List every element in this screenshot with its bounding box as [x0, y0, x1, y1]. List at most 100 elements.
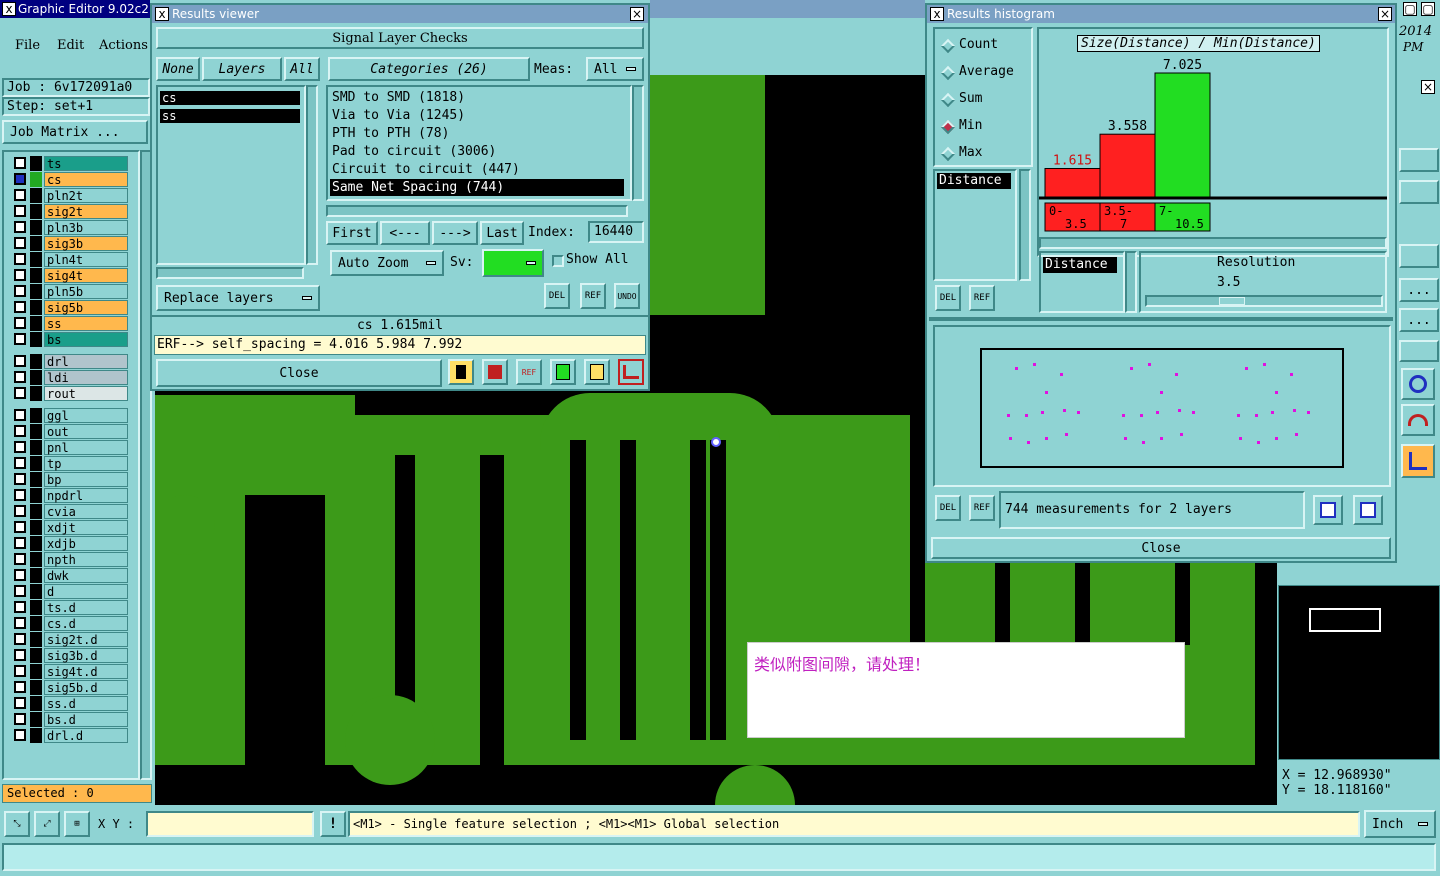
measurement-dot[interactable]	[1045, 391, 1048, 394]
panel-close-icon[interactable]: ×	[1421, 80, 1435, 94]
layer-name[interactable]: pln4t	[44, 252, 128, 267]
layer-name[interactable]: pnl	[44, 440, 128, 455]
results-viewer-close-icon[interactable]: ×	[630, 7, 644, 21]
layer-checkbox[interactable]	[14, 253, 26, 265]
results-viewer-menu-icon[interactable]: x	[155, 7, 169, 21]
list-item[interactable]: ss	[160, 109, 300, 123]
layer-row[interactable]: ts	[12, 156, 128, 171]
layer-row[interactable]: sig5b.d	[12, 680, 128, 695]
category-item[interactable]: Same Net Spacing (744)	[330, 179, 624, 196]
layer-checkbox[interactable]	[14, 633, 26, 645]
layer-select-list[interactable]: cs ss	[156, 85, 306, 265]
layer-name[interactable]: sig2t.d	[44, 632, 128, 647]
layer-row[interactable]: rout	[12, 386, 128, 401]
ruler-icon[interactable]	[550, 359, 576, 385]
measurement-dot[interactable]	[1180, 433, 1183, 436]
measurement-dot[interactable]	[1275, 437, 1278, 440]
layer-checkbox[interactable]	[14, 473, 26, 485]
zoom-chart-icon[interactable]	[1313, 495, 1343, 525]
layer-name[interactable]: pln2t	[44, 188, 128, 203]
layer-name[interactable]: sig5b	[44, 300, 128, 315]
overview-viewport[interactable]	[1309, 608, 1381, 632]
layer-row[interactable]: npth	[12, 552, 128, 567]
all-layers-button[interactable]: All	[284, 57, 320, 81]
layer-row[interactable]: pnl	[12, 440, 128, 455]
hist-ref-button[interactable]: REF	[969, 285, 995, 311]
category-list-vscroll[interactable]	[632, 85, 644, 201]
layer-checkbox[interactable]	[14, 489, 26, 501]
measurement-dot[interactable]	[1025, 414, 1028, 417]
app-title-bar[interactable]: Graphic Editor 9.02c2 (	[0, 0, 150, 18]
layer-checkbox[interactable]	[14, 457, 26, 469]
signal-layer-checks-header[interactable]: Signal Layer Checks	[156, 27, 644, 49]
layer-name[interactable]: bs	[44, 332, 128, 347]
side-button[interactable]	[1399, 340, 1439, 362]
layer-checkbox[interactable]	[14, 521, 26, 533]
layer-row[interactable]: ggl	[12, 408, 128, 423]
layer-checkbox[interactable]	[14, 601, 26, 613]
menu-actions[interactable]: Actions	[99, 38, 148, 53]
layer-row[interactable]: xdjb	[12, 536, 128, 551]
layer-checkbox[interactable]	[14, 537, 26, 549]
layer-name[interactable]: ldi	[44, 370, 128, 385]
layer-checkbox[interactable]	[14, 371, 26, 383]
layer-checkbox[interactable]	[14, 505, 26, 517]
layer-row[interactable]: npdrl	[12, 488, 128, 503]
layer-checkbox[interactable]	[14, 553, 26, 565]
chart-hscroll[interactable]	[1039, 237, 1387, 249]
measurement-dot[interactable]	[1175, 373, 1178, 376]
layer-checkbox[interactable]	[14, 205, 26, 217]
histogram-title-bar[interactable]: Results histogram	[927, 5, 1395, 23]
layer-name[interactable]: drl.d	[44, 728, 128, 743]
layer-list[interactable]: ts cs pln2t sig2t pln3b sig3b pln4t sig4t pln5b s…	[2, 150, 140, 780]
layer-row[interactable]: pln2t	[12, 188, 128, 203]
category-item[interactable]: Via to Via (1245)	[330, 107, 624, 124]
measurement-dot[interactable]	[1077, 411, 1080, 414]
layer-name[interactable]: out	[44, 424, 128, 439]
index-input[interactable]: 16440	[588, 221, 644, 243]
layer-row[interactable]: sig5b	[12, 300, 128, 315]
app-menu-icon[interactable]: x	[2, 2, 16, 16]
layer-row[interactable]: pln4t	[12, 252, 128, 267]
measurement-dot[interactable]	[1041, 411, 1044, 414]
measurement-dot[interactable]	[1140, 414, 1143, 417]
histogram-bar[interactable]	[1044, 167, 1101, 198]
histogram-close-icon[interactable]: ×	[1378, 7, 1392, 21]
grid-icon[interactable]: ⊞	[64, 811, 90, 837]
measurement-dot[interactable]	[1007, 414, 1010, 417]
layer-name[interactable]: ts	[44, 156, 128, 171]
ref-cross-icon[interactable]: REF	[516, 359, 542, 385]
layer-row[interactable]: d	[12, 584, 128, 599]
layer-checkbox[interactable]	[14, 409, 26, 421]
menu-file[interactable]: File	[15, 38, 40, 53]
list-item[interactable]: cs	[160, 91, 300, 105]
layer-checkbox[interactable]	[14, 301, 26, 313]
option-radio-sum[interactable]	[940, 92, 956, 108]
none-button[interactable]: None	[156, 57, 200, 81]
layer-row[interactable]: out	[12, 424, 128, 439]
layer-name[interactable]: npdrl	[44, 488, 128, 503]
layer-checkbox[interactable]	[14, 269, 26, 281]
layer-row[interactable]: cs.d	[12, 616, 128, 631]
layer-row[interactable]: ldi	[12, 370, 128, 385]
option-radio-count[interactable]	[940, 38, 956, 54]
histogram-bar[interactable]	[1154, 72, 1211, 198]
zoom-area-icon[interactable]: ⤢	[34, 811, 60, 837]
option-radio-min[interactable]	[940, 119, 956, 135]
histogram-close-button[interactable]: Close	[931, 537, 1391, 559]
layer-checkbox[interactable]	[14, 333, 26, 345]
layer-checkbox[interactable]	[14, 697, 26, 709]
layers-button[interactable]: Layers	[202, 57, 282, 81]
measurement-dot[interactable]	[1237, 414, 1240, 417]
xy-input[interactable]	[146, 811, 314, 837]
measurement-dot[interactable]	[1160, 437, 1163, 440]
graph-tool-icon[interactable]	[482, 359, 508, 385]
layer-row[interactable]: pln5b	[12, 284, 128, 299]
layer-name[interactable]: sig3b.d	[44, 648, 128, 663]
histogram-icon[interactable]	[618, 359, 644, 385]
measurement-dot[interactable]	[1245, 367, 1248, 370]
histogram-menu-icon[interactable]: x	[930, 7, 944, 21]
pointer-tool-icon[interactable]	[448, 359, 474, 385]
measurement-dot[interactable]	[1142, 441, 1145, 444]
select-tool-icon[interactable]	[1401, 444, 1435, 478]
